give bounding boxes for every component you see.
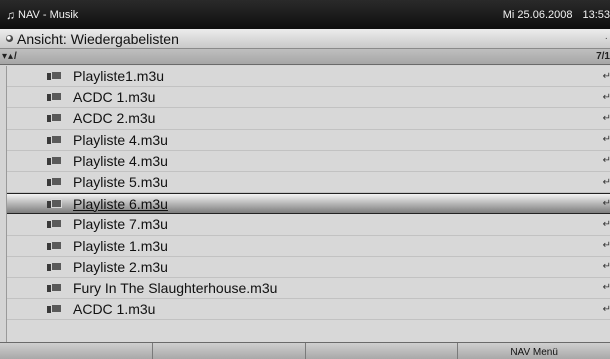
list-item-label: ACDC 1.m3u [73,89,156,106]
view-label: Ansicht: Wiedergabelisten [17,30,179,47]
playlist-icon [47,304,62,314]
playlist-icon [47,71,62,81]
list-item-label: Playliste 1.m3u [73,237,168,254]
playlist-icon [47,155,62,166]
return-arrow-icon: ↵ [602,198,610,210]
playlist-icon [47,134,62,145]
list-item-label: Playliste 7.m3u [73,216,168,233]
path-bar: ▾▴/ 7/1 [0,49,610,65]
playlist-icon [47,219,62,229]
list-item[interactable]: ACDC 2.m3u ↵ [7,108,610,130]
list-item[interactable]: Playliste 7.m3u ↵ [7,214,610,236]
title-bar: ♫ NAV - Musik Mi 25.06.2008 13:53 [0,0,610,29]
playlist-icon [47,177,62,187]
list-item-label: ACDC 1.m3u [73,301,156,318]
return-arrow-icon: ↵ [602,303,610,315]
list-item-label: Playliste 2.m3u [73,258,168,275]
list-item[interactable]: Playliste 4.m3u ↵ [7,130,610,151]
playlist-icon [47,240,62,251]
playlist-icon [47,282,62,293]
radio-icon [6,35,13,42]
list-item[interactable]: ACDC 1.m3u ↵ [7,87,610,109]
return-arrow-icon: ↵ [602,134,610,146]
list-item-label: Playliste 4.m3u [73,152,168,169]
return-arrow-icon: ↵ [602,91,610,103]
list-item[interactable]: Playliste1.m3u ↵ [7,66,610,88]
playlist-icon [47,113,62,123]
list-item-label: Fury In The Slaughterhouse.m3u [73,279,278,296]
list-item-label: Playliste1.m3u [73,68,165,85]
softkey-button-3[interactable] [305,343,459,359]
time-label: 13:53 [582,8,610,21]
list-item-selected[interactable]: Playliste 6.m3u ↵ [7,193,610,215]
list-item[interactable]: Playliste 2.m3u ↵ [7,257,610,278]
list-item[interactable]: Playliste 4.m3u ↵ [7,151,610,172]
softkey-button-4[interactable]: NAV Menü [458,343,610,359]
view-selector[interactable]: Ansicht: Wiedergabelisten · [0,29,610,49]
return-arrow-icon: ↵ [602,176,610,188]
return-arrow-icon: ↵ [602,261,610,273]
list-item-label: Playliste 5.m3u [73,174,168,191]
list-item-label: Playliste 4.m3u [73,131,168,148]
list-item-label: ACDC 2.m3u [73,110,156,127]
playlist-icon [47,261,62,272]
return-arrow-icon: ↵ [602,218,610,230]
window-title: NAV - Musik [18,8,79,21]
list-item[interactable]: Playliste 1.m3u ↵ [7,236,610,257]
list-item-label: Playliste 6.m3u [73,195,168,212]
list-item[interactable]: ACDC 1.m3u ↵ [7,299,610,321]
softkey-bar: NAV Menü [0,342,610,359]
music-note-icon: ♫ [6,7,15,22]
return-arrow-icon: ↵ [602,282,610,294]
list-item[interactable]: Playliste 5.m3u ↵ [7,172,610,194]
playlist-icon [47,198,62,209]
playlist-icon [47,92,62,102]
return-arrow-icon: ↵ [602,112,610,124]
playlist-list: Playliste1.m3u ↵ ACDC 1.m3u ↵ ACDC 2.m3u ↵ Pla… [6,66,610,342]
current-path: ▾▴/ [2,51,18,62]
return-arrow-icon: ↵ [602,240,610,252]
nav-music-screen: ♫ NAV - Musik Mi 25.06.2008 13:53 Ansicht… [0,0,610,359]
page-indicator: 7/1 [596,51,610,62]
softkey-button-1[interactable] [0,343,153,359]
date-label: Mi 25.06.2008 [502,8,573,21]
softkey-button-2[interactable] [152,343,306,359]
return-arrow-icon: ↵ [602,70,610,82]
return-arrow-icon: ↵ [602,155,610,167]
list-item[interactable]: Fury In The Slaughterhouse.m3u ↵ [7,278,610,300]
datetime: Mi 25.06.2008 13:53 [503,9,610,21]
scroll-marker-icon: · [604,33,608,44]
